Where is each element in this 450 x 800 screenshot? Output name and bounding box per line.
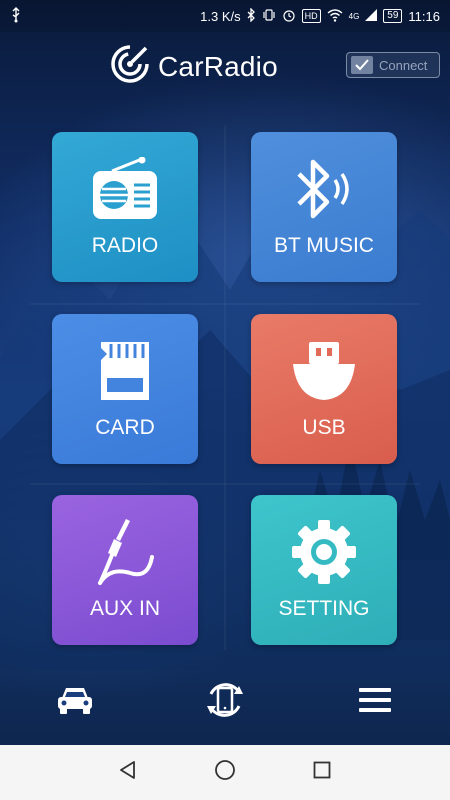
card-label: CARD bbox=[95, 416, 155, 439]
radio-icon bbox=[52, 154, 198, 224]
wifi-icon bbox=[327, 8, 343, 24]
bluetooth-status-icon bbox=[247, 7, 256, 24]
phone-sync-icon bbox=[203, 678, 247, 727]
bt-music-label: BT MUSIC bbox=[274, 234, 374, 257]
clock: 11:16 bbox=[408, 8, 440, 24]
alarm-icon bbox=[282, 8, 296, 24]
app-logo: CarRadio bbox=[110, 44, 278, 89]
menu-button[interactable] bbox=[351, 680, 399, 724]
home-button[interactable] bbox=[205, 753, 245, 793]
checkmark-icon bbox=[351, 56, 373, 74]
recents-button[interactable] bbox=[302, 753, 342, 793]
signal-icon bbox=[365, 9, 378, 23]
vibrate-icon bbox=[262, 8, 276, 24]
bt-music-tile[interactable]: BT MUSIC bbox=[251, 132, 397, 282]
home-icon bbox=[214, 759, 236, 786]
usb-icon bbox=[251, 336, 397, 406]
app-header: CarRadio Connect bbox=[0, 40, 450, 92]
gear-icon bbox=[251, 517, 397, 587]
back-icon bbox=[118, 760, 138, 785]
car-icon bbox=[56, 684, 94, 721]
aux-cable-icon bbox=[52, 517, 198, 587]
hd-badge: HD bbox=[301, 9, 321, 23]
aux-in-tile[interactable]: AUX IN bbox=[52, 495, 198, 645]
system-nav-bar bbox=[0, 745, 450, 800]
bluetooth-music-icon bbox=[251, 154, 397, 224]
aux-in-label: AUX IN bbox=[89, 597, 160, 620]
carradio-logo-icon bbox=[110, 44, 150, 89]
network-speed: 1.3 K/s bbox=[200, 8, 241, 24]
bottom-toolbar bbox=[0, 672, 450, 730]
radio-label: RADIO bbox=[91, 234, 159, 257]
phone-sync-button[interactable] bbox=[201, 680, 249, 724]
network-type: 4G bbox=[348, 11, 360, 21]
connect-button[interactable]: Connect bbox=[346, 52, 440, 78]
car-button[interactable] bbox=[51, 680, 99, 724]
usb-debug-icon bbox=[10, 7, 22, 25]
setting-tile[interactable]: SETTING bbox=[251, 495, 397, 645]
status-bar: 1.3 K/s HD 4G 59 11:16 bbox=[0, 0, 450, 32]
connect-label: Connect bbox=[379, 57, 428, 73]
back-button[interactable] bbox=[108, 753, 148, 793]
card-tile[interactable]: CARD bbox=[52, 314, 198, 464]
status-right: 1.3 K/s HD 4G 59 11:16 bbox=[200, 7, 440, 24]
app-screen: 1.3 K/s HD 4G 59 11:16 CarRadio Connect … bbox=[0, 0, 450, 800]
battery-level: 59 bbox=[383, 9, 403, 23]
radio-tile[interactable]: RADIO bbox=[52, 132, 198, 282]
usb-label: USB bbox=[302, 416, 346, 439]
hamburger-menu-icon bbox=[358, 687, 392, 718]
sd-card-icon bbox=[52, 336, 198, 406]
app-title: CarRadio bbox=[158, 50, 278, 82]
usb-tile[interactable]: USB bbox=[251, 314, 397, 464]
recents-icon bbox=[313, 761, 331, 784]
setting-label: SETTING bbox=[278, 597, 370, 620]
